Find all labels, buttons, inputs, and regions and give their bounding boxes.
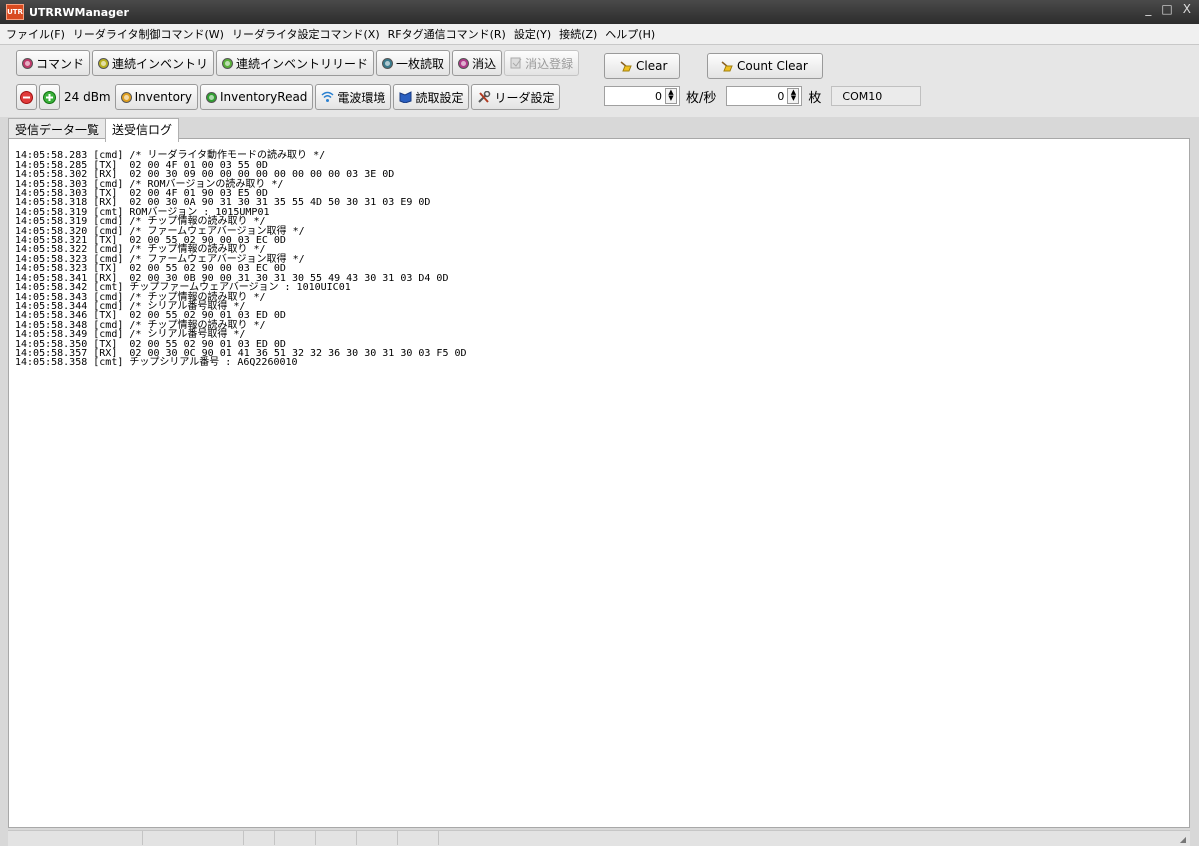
com-port-display: COM10 <box>831 86 922 106</box>
inventory-read-icon <box>222 57 234 69</box>
broom-icon <box>620 61 632 72</box>
status-cell <box>275 831 316 845</box>
toolbar-row-1: コマンド 連続インベントリ 連続インベントリリード 一枚読取 消込 消込登録 <box>16 50 580 76</box>
log-textarea[interactable]: 14:05:58.283 [cmd] /* リーダライタ動作モードの読み取り *… <box>8 138 1190 828</box>
erase-register-button[interactable]: 消込登録 <box>504 50 580 76</box>
toolbar-row-2: 24 dBm Inventory InventoryRead 電波環境 読取設定… <box>16 84 561 110</box>
power-value: 24 dBm <box>64 90 111 104</box>
single-read-icon <box>382 57 394 69</box>
inventory-read-label: InventoryRead <box>219 90 308 104</box>
status-cell <box>316 831 357 845</box>
minimize-button[interactable]: _ <box>1145 2 1151 16</box>
status-cell <box>143 831 244 845</box>
spinner-arrows-icon[interactable]: ▲ ▼ <box>665 88 677 104</box>
continuous-inventory-read-label: 連続インベントリリード <box>236 56 369 71</box>
inventory-read-button[interactable]: InventoryRead <box>199 84 314 110</box>
reader-settings-button[interactable]: リーダ設定 <box>471 84 561 110</box>
erase-register-icon <box>510 57 522 69</box>
book-icon <box>399 91 412 103</box>
status-cell <box>8 831 143 845</box>
inventory-dot-icon <box>120 91 132 103</box>
clear-group: Clear Count Clear <box>604 53 823 79</box>
radio-environment-label: 電波環境 <box>337 90 386 105</box>
broom-icon <box>721 61 733 72</box>
resize-grip-icon[interactable]: ◢ <box>1180 835 1186 844</box>
count-value: 0 <box>777 89 785 103</box>
count-unit: 枚 <box>808 90 822 106</box>
status-bar: ◢ <box>8 830 1190 846</box>
command-label: コマンド <box>36 56 85 71</box>
menu-rw-control[interactable]: リーダライタ制御コマンド(W) <box>69 26 228 42</box>
rate-unit: 枚/秒 <box>686 90 717 106</box>
read-settings-button[interactable]: 読取設定 <box>393 84 470 110</box>
inventory-label: Inventory <box>134 90 192 104</box>
spinner-arrows-icon[interactable]: ▲ ▼ <box>787 88 800 104</box>
minus-icon <box>20 90 33 104</box>
tools-icon <box>478 90 491 103</box>
app-icon: UTR <box>6 4 24 20</box>
menu-file[interactable]: ファイル(F) <box>2 26 69 42</box>
continuous-inventory-button[interactable]: 連続インベントリ <box>92 50 215 76</box>
reader-settings-label: リーダ設定 <box>494 90 555 105</box>
plus-icon <box>43 90 56 104</box>
wifi-icon <box>321 91 334 102</box>
count-clear-button[interactable]: Count Clear <box>707 53 823 79</box>
erase-label: 消込 <box>472 56 497 71</box>
menu-help[interactable]: ヘルプ(H) <box>601 26 659 42</box>
log-line: 14:05:58.358 [cmt] チップシリアル番号 : A6Q226001… <box>15 357 298 369</box>
single-read-label: 一枚読取 <box>396 56 445 71</box>
toolbar-area: コマンド 連続インベントリ 連続インベントリリード 一枚読取 消込 消込登録 2… <box>0 45 1199 117</box>
erase-icon <box>458 57 470 69</box>
tab-bar: 受信データ一覧 送受信ログ <box>8 118 180 142</box>
menu-bar: ファイル(F) リーダライタ制御コマンド(W) リーダライタ設定コマンド(X) … <box>0 24 1199 45</box>
clear-label: Clear <box>636 59 668 73</box>
menu-settings[interactable]: 設定(Y) <box>510 26 555 42</box>
power-down-button[interactable] <box>16 84 37 110</box>
single-read-button[interactable]: 一枚読取 <box>376 50 451 76</box>
count-spinner[interactable]: 0 ▲ ▼ <box>726 86 803 106</box>
rate-spinner[interactable]: 0 ▲ ▼ <box>604 86 680 106</box>
power-up-button[interactable] <box>39 84 60 110</box>
radio-environment-button[interactable]: 電波環境 <box>315 84 392 110</box>
read-settings-label: 読取設定 <box>415 90 464 105</box>
status-cell <box>398 831 439 845</box>
count-clear-label: Count Clear <box>737 59 808 73</box>
continuous-inventory-read-button[interactable]: 連続インベントリリード <box>216 50 375 76</box>
menu-connect[interactable]: 接続(Z) <box>555 26 601 42</box>
inventory-read-dot-icon <box>205 91 217 103</box>
maximize-button[interactable]: □ <box>1161 2 1172 16</box>
clear-button[interactable]: Clear <box>604 53 680 79</box>
title-bar: UTR UTRRWManager _ □ X <box>0 0 1199 24</box>
inventory-icon <box>98 57 110 69</box>
tab-received-data[interactable]: 受信データ一覧 <box>8 118 107 138</box>
command-icon <box>22 57 33 69</box>
tab-send-receive-log[interactable]: 送受信ログ <box>105 118 180 142</box>
window-title: UTRRWManager <box>29 5 129 19</box>
erase-register-label: 消込登録 <box>525 56 574 71</box>
window-controls: _ □ X <box>1145 2 1191 16</box>
command-button[interactable]: コマンド <box>16 50 91 76</box>
rate-value: 0 <box>655 89 662 103</box>
erase-button[interactable]: 消込 <box>452 50 503 76</box>
menu-rw-settings[interactable]: リーダライタ設定コマンド(X) <box>228 26 384 42</box>
menu-rf-tag[interactable]: RFタグ通信コマンド(R) <box>384 26 510 42</box>
status-cell <box>244 831 275 845</box>
close-button[interactable]: X <box>1183 2 1191 16</box>
status-cell <box>357 831 398 845</box>
continuous-inventory-label: 連続インベントリ <box>112 56 209 71</box>
inventory-button[interactable]: Inventory <box>114 84 198 110</box>
counter-group: 0 ▲ ▼ 枚/秒 0 ▲ ▼ 枚 COM10 <box>604 86 922 106</box>
